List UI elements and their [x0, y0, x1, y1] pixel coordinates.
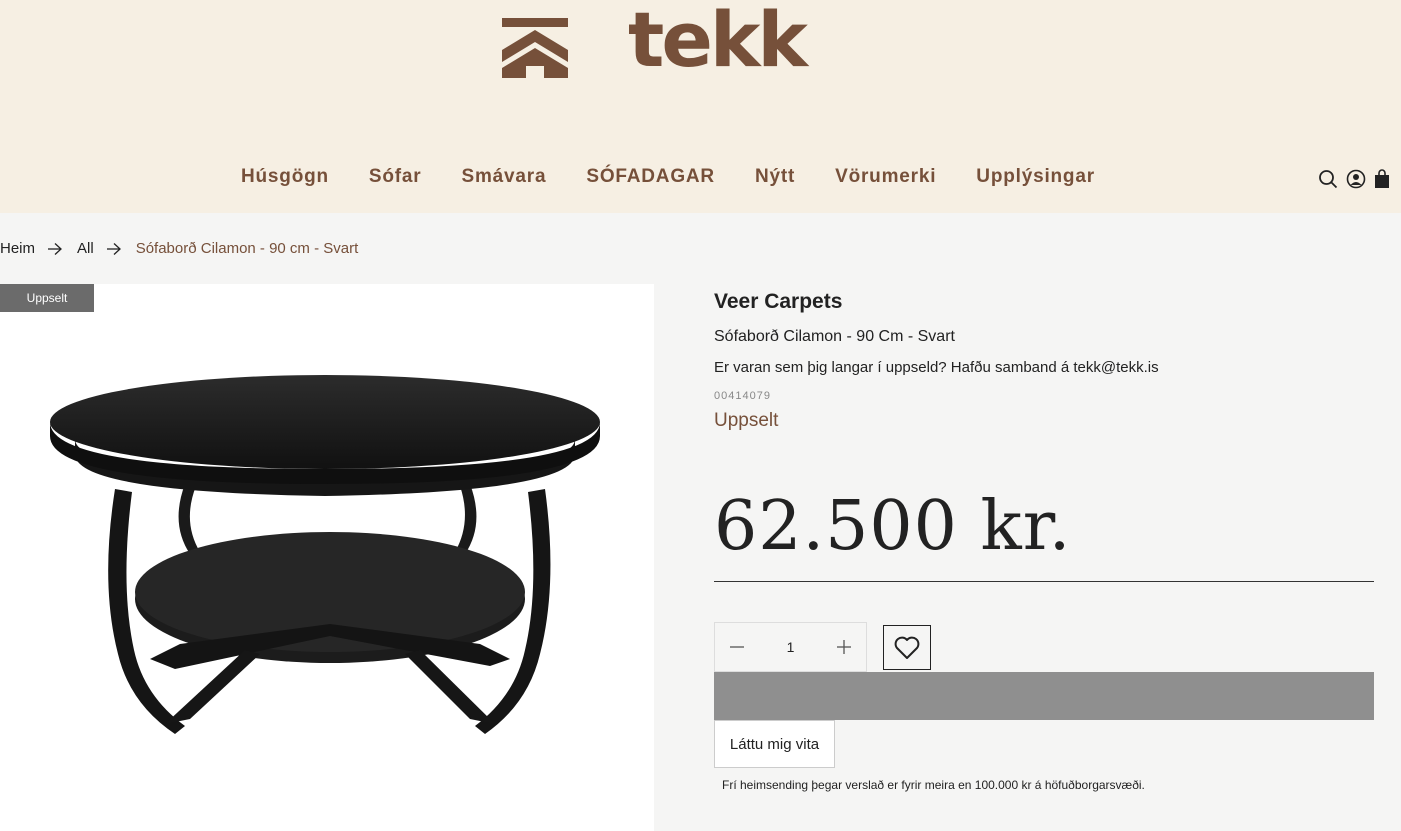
breadcrumb-home[interactable]: Heim [0, 240, 35, 257]
sold-out-badge: Uppselt [0, 284, 94, 312]
search-icon[interactable] [1318, 169, 1340, 191]
arrow-right-icon [106, 242, 121, 255]
product-info: Veer Carpets Sófaborð Cilamon - 90 Cm - … [714, 290, 1374, 432]
product-title: Sófaborð Cilamon - 90 Cm - Svart [714, 328, 955, 345]
nav-item-vorumerki[interactable]: Vörumerki [835, 166, 936, 188]
product-image-panel[interactable]: Uppselt [0, 284, 654, 831]
nav-item-upplysingar[interactable]: Upplýsingar [976, 166, 1095, 188]
quantity-stepper [714, 622, 867, 672]
breadcrumb: Heim All Sófaborð Cilamon - 90 cm - Svar… [0, 240, 358, 257]
breadcrumb-all[interactable]: All [77, 240, 94, 257]
logo[interactable]: tekk [502, 2, 812, 80]
nav-item-husgogn[interactable]: Húsgögn [241, 166, 329, 188]
divider [714, 581, 1374, 582]
logo-wordmark: tekk [628, 0, 808, 84]
add-to-cart-button-disabled[interactable] [714, 672, 1374, 720]
arrow-right-icon [48, 242, 62, 255]
product-image [50, 375, 600, 734]
product-sku: 00414079 [714, 390, 771, 402]
breadcrumb-current: Sófaborð Cilamon - 90 cm - Svart [135, 240, 359, 257]
main-nav: Húsgögn Sófar Smávara SÓFADAGAR Nýtt Vör… [241, 166, 1135, 188]
plus-icon[interactable] [834, 637, 854, 657]
quantity-input[interactable] [765, 639, 816, 655]
logo-mark-icon [502, 18, 568, 78]
heart-icon [894, 636, 920, 659]
nav-item-nytt[interactable]: Nýtt [755, 166, 795, 188]
cart-icon[interactable] [1374, 169, 1396, 191]
stock-status: Uppselt [714, 410, 779, 431]
wishlist-button[interactable] [883, 625, 931, 670]
nav-item-smavara[interactable]: Smávara [462, 166, 547, 188]
account-icon[interactable] [1346, 169, 1368, 191]
header-icons [1318, 169, 1401, 191]
product-vendor[interactable]: Veer Carpets [714, 290, 1374, 314]
site-header: tekk Húsgögn Sófar Smávara SÓFADAGAR Nýt… [0, 0, 1401, 213]
sold-out-notice: Er varan sem þig langar í uppseld? Hafðu… [714, 359, 1159, 376]
minus-icon[interactable] [727, 637, 747, 657]
nav-item-sofar[interactable]: Sófar [369, 166, 422, 188]
notify-me-button[interactable]: Láttu mig vita [714, 720, 835, 768]
shipping-note: Frí heimsending þegar verslað er fyrir m… [722, 778, 1145, 792]
nav-item-sofadagar[interactable]: SÓFADAGAR [586, 166, 715, 188]
product-price: 62.500 kr. [714, 487, 1072, 566]
